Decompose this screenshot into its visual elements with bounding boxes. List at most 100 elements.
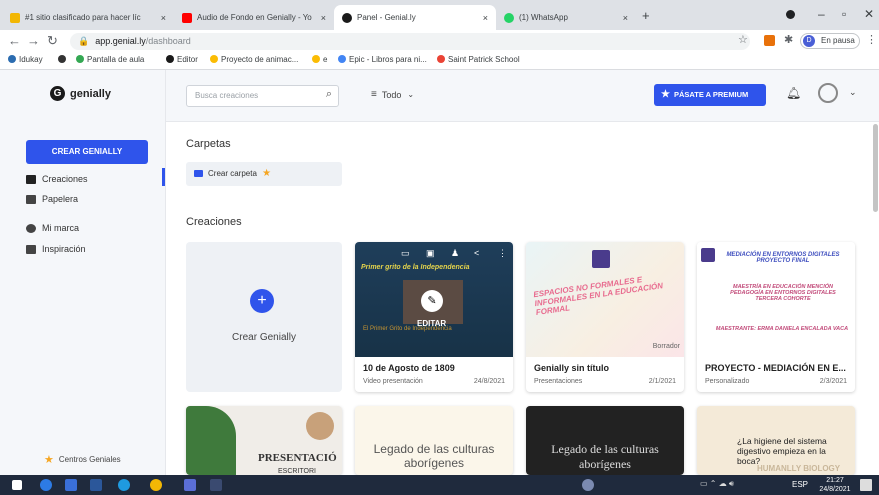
new-tab-button[interactable]: +: [642, 8, 650, 23]
word-icon[interactable]: [90, 479, 102, 491]
card-date: 2/3/2021: [819, 378, 847, 385]
creation-card[interactable]: Legado de las culturas aborígenes: [526, 406, 684, 475]
plus-icon: +: [250, 289, 274, 313]
creations-heading: Creaciones: [186, 216, 242, 228]
sidebar-item-label: Inspiración: [42, 244, 86, 254]
card-title: PROYECTO - MEDIACIÓN EN E...: [705, 363, 846, 373]
tab-close-icon[interactable]: ×: [483, 13, 488, 23]
browser-tab-active[interactable]: Panel - Genial.ly ×: [334, 5, 496, 30]
edit-overlay-button[interactable]: EDITAR: [417, 319, 446, 328]
puzzle-icon[interactable]: ✱: [784, 33, 793, 46]
taskbar-app-icon[interactable]: [210, 479, 222, 491]
browser-tab[interactable]: Audio de Fondo en Genially - Yo ×: [174, 5, 334, 30]
language-indicator[interactable]: ESP: [792, 480, 808, 489]
sidebar-item-inspiracion[interactable]: Inspiración: [26, 244, 86, 254]
filter-dropdown[interactable]: ≡ Todo ⌄: [371, 89, 414, 100]
share-users-icon[interactable]: ♟: [451, 248, 459, 259]
address-toolbar: ← → ↻ 🔒 app.genial.ly/dashboard ☆ ✱ D En …: [0, 30, 879, 52]
create-card-label: Crear Genially: [232, 332, 296, 343]
star-icon[interactable]: ☆: [738, 33, 748, 46]
bookmark-item[interactable]: Epic - Libros para ni...: [338, 55, 427, 64]
minimize-icon[interactable]: –: [818, 7, 825, 21]
edge-icon[interactable]: [118, 479, 130, 491]
chrome-icon[interactable]: [150, 479, 162, 491]
browser-tab[interactable]: #1 sitio clasificado para hacer líc ×: [2, 5, 174, 30]
window-close-icon[interactable]: ✕: [864, 7, 874, 21]
save-icon[interactable]: ▣: [426, 248, 435, 259]
profile-status: En pausa: [821, 36, 855, 45]
genially-logo[interactable]: G genially: [50, 86, 111, 101]
taskbar-app-icon[interactable]: [582, 479, 594, 491]
genially-favicon-icon: [342, 12, 352, 23]
profile-dot-icon[interactable]: [786, 10, 795, 19]
menu-icon[interactable]: ⋮: [866, 33, 877, 46]
bookmark-item[interactable]: Pantalla de aula: [76, 55, 144, 64]
creation-card[interactable]: Primer grito de la Independencia El Prim…: [355, 242, 513, 392]
windows-start-icon[interactable]: [12, 480, 22, 490]
youtube-icon: [182, 12, 192, 23]
premium-button[interactable]: ★ PÁSATE A PREMIUM: [654, 84, 766, 106]
bookmark-item[interactable]: Saint Patrick School: [437, 55, 520, 64]
create-folder-button[interactable]: Crear carpeta ★: [186, 162, 342, 186]
lock-icon: 🔒: [78, 36, 90, 46]
logo-text: genially: [70, 87, 111, 100]
search-input[interactable]: Busca creaciones ⌕: [186, 85, 339, 107]
creation-card[interactable]: Legado de las culturas aborígenes: [355, 406, 513, 475]
sidebar-item-label: Papelera: [42, 194, 79, 204]
browser-tab[interactable]: (1) WhatsApp ×: [496, 5, 636, 30]
sidebar-item-label: Mi marca: [42, 223, 80, 233]
sidebar-item-papelera[interactable]: Papelera: [26, 194, 78, 204]
bookmark-item[interactable]: [58, 55, 69, 64]
user-avatar-icon[interactable]: [818, 83, 838, 103]
scrollbar-thumb[interactable]: [873, 124, 878, 212]
bookmark-icon: [58, 55, 66, 63]
forward-icon[interactable]: →: [27, 33, 40, 48]
creation-card[interactable]: ¿La higiene del sistema digestivo empiez…: [697, 406, 855, 475]
card-thumbnail: ESPACIOS NO FORMALES E INFORMALES EN LA …: [526, 242, 684, 357]
search-placeholder: Busca creaciones: [195, 91, 259, 100]
present-icon[interactable]: ▭: [401, 248, 410, 259]
tab-title: (1) WhatsApp: [519, 13, 568, 22]
back-icon[interactable]: ←: [8, 33, 21, 48]
app-sidebar: G genially CREAR GENIALLY Creaciones Pap…: [0, 70, 166, 475]
taskbar-app-icon[interactable]: [65, 479, 77, 491]
notifications-icon[interactable]: [860, 479, 872, 491]
extension-icon[interactable]: [764, 35, 775, 46]
tab-title: Panel - Genial.ly: [357, 13, 416, 22]
bookmark-item[interactable]: Idukay: [8, 55, 43, 64]
bookmark-item[interactable]: Editor: [166, 55, 198, 64]
card-thumbnail: MEDIACIÓN EN ENTORNOS DIGITALES PROYECTO…: [697, 242, 855, 357]
creation-card[interactable]: PRESENTACIÓ ESCRITORI: [186, 406, 342, 475]
create-genially-button[interactable]: CREAR GENIALLY: [26, 140, 148, 164]
bookmark-item[interactable]: Proyecto de animac...: [210, 55, 298, 64]
pencil-icon[interactable]: ✎: [421, 290, 443, 312]
share-icon[interactable]: <: [474, 248, 479, 258]
clock[interactable]: 21:27 24/8/2021: [818, 476, 852, 494]
taskbar-app-icon[interactable]: [40, 479, 52, 491]
tray-icons[interactable]: ▭ ⌃ ☁ 🔊︎: [700, 479, 734, 489]
creation-card[interactable]: MEDIACIÓN EN ENTORNOS DIGITALES PROYECTO…: [697, 242, 855, 392]
bookmark-item[interactable]: e: [312, 55, 327, 64]
tab-title: #1 sitio clasificado para hacer líc: [25, 13, 141, 22]
teams-icon[interactable]: [184, 479, 196, 491]
url-bar[interactable]: 🔒 app.genial.ly/dashboard: [70, 33, 750, 50]
more-options-icon[interactable]: ⋮: [498, 248, 507, 259]
sidebar-item-mi-marca[interactable]: Mi marca: [26, 223, 79, 233]
cup-image: [306, 412, 334, 440]
maximize-icon[interactable]: ▫: [842, 7, 846, 21]
search-icon[interactable]: ⌕: [326, 88, 332, 101]
tab-close-icon[interactable]: ×: [161, 13, 166, 23]
sidebar-item-creaciones[interactable]: Creaciones: [26, 174, 88, 184]
tab-close-icon[interactable]: ×: [623, 13, 628, 23]
bookmark-icon: [312, 55, 320, 63]
creation-card[interactable]: ESPACIOS NO FORMALES E INFORMALES EN LA …: [526, 242, 684, 392]
bell-icon[interactable]: 🔔︎: [786, 86, 801, 100]
chevron-down-icon[interactable]: ⌄: [849, 87, 857, 98]
centros-geniales-link[interactable]: ★ Centros Geniales: [44, 453, 121, 466]
tab-close-icon[interactable]: ×: [321, 13, 326, 23]
profile-button[interactable]: D En pausa: [800, 33, 860, 49]
reload-icon[interactable]: ↻: [47, 33, 58, 49]
create-genially-card[interactable]: + Crear Genially: [186, 242, 342, 392]
thumb-subtitle: ESCRITORI: [278, 468, 316, 475]
logo-shield-icon: [592, 250, 610, 268]
